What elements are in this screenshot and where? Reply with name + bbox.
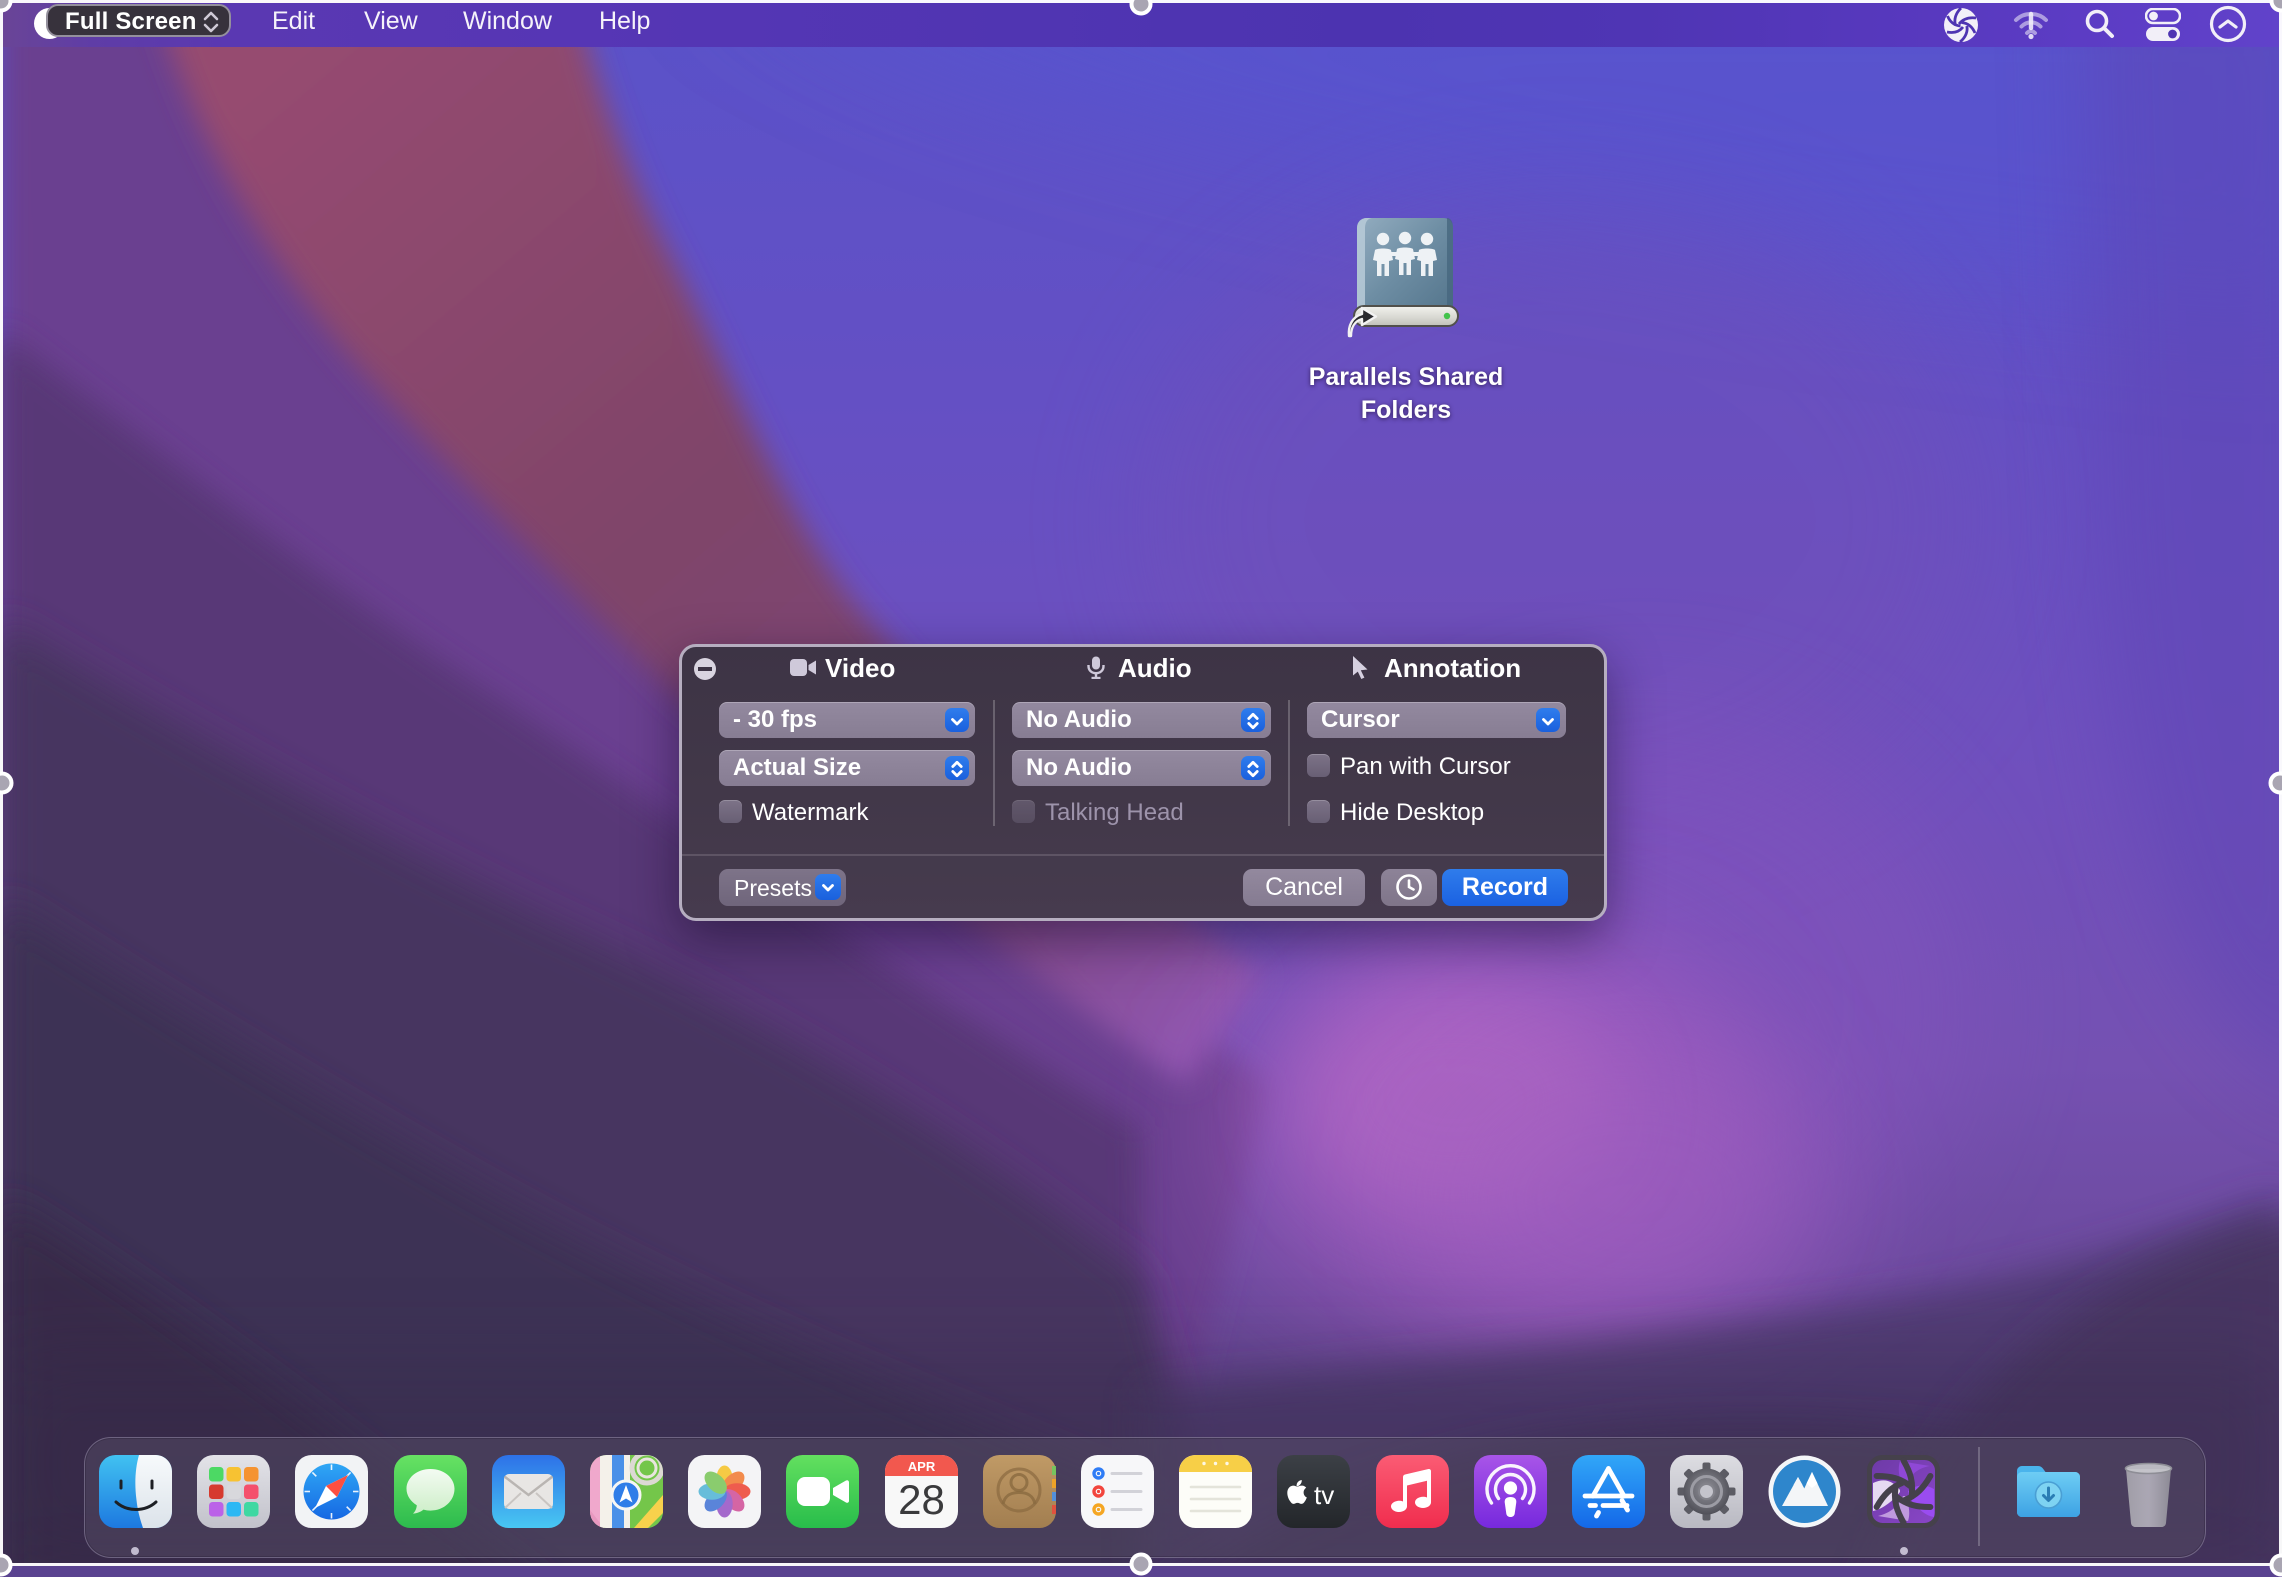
svg-text:tv: tv <box>1314 1480 1334 1510</box>
svg-text:APR: APR <box>908 1459 936 1474</box>
svg-text:28: 28 <box>898 1476 945 1523</box>
